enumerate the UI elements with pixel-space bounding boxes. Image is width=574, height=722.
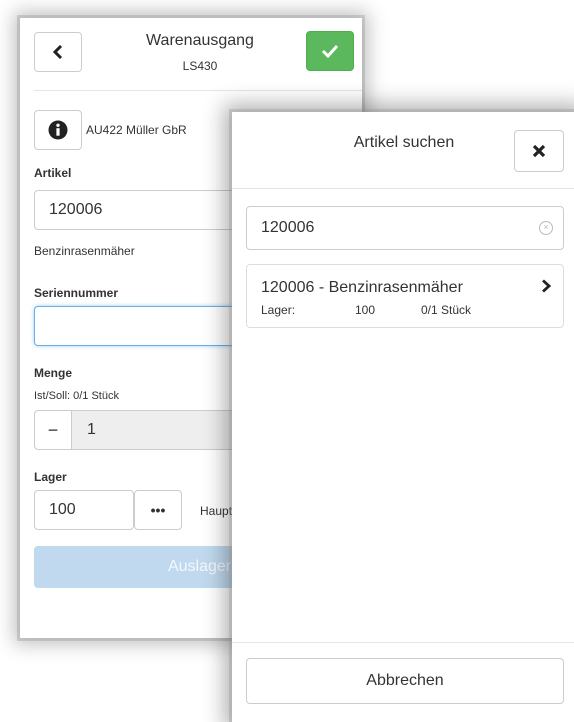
article-search-modal: Artikel suchen 120006 × 120006 - Benzinr… <box>232 112 574 722</box>
result-lager-label: Lager: <box>261 303 296 317</box>
chevron-left-icon <box>52 45 63 59</box>
serial-label: Seriennummer <box>34 286 119 300</box>
list-item[interactable]: 120006 - Benzinrasenmäher Lager: 100 0/1… <box>246 264 564 328</box>
storage-input[interactable]: 100 <box>34 490 134 530</box>
customer-label: AU422 Müller GbR <box>86 123 187 137</box>
info-button[interactable] <box>34 110 82 150</box>
page-subtitle: LS430 <box>182 59 218 73</box>
divider <box>232 188 574 189</box>
info-icon <box>48 120 68 140</box>
chevron-right-icon <box>542 279 551 293</box>
quantity-label: Menge <box>34 366 73 380</box>
quantity-info: Ist/Soll: 0/1 Stück <box>34 390 119 402</box>
check-icon <box>321 44 339 58</box>
article-label: Artikel <box>34 166 72 180</box>
close-icon <box>532 144 546 158</box>
divider <box>34 90 362 91</box>
cancel-button[interactable]: Abbrechen <box>246 658 564 704</box>
search-value: 120006 <box>261 219 315 236</box>
result-quantity: 0/1 Stück <box>421 303 472 317</box>
modal-title: Artikel suchen <box>353 134 455 151</box>
result-title: 120006 - Benzinrasenmäher <box>261 279 463 296</box>
storage-more-button[interactable]: ••• <box>134 490 182 530</box>
storage-name: Haupt <box>200 504 233 518</box>
confirm-button[interactable] <box>306 31 354 71</box>
clear-icon[interactable]: × <box>539 221 553 235</box>
result-lager-value: 100 <box>355 303 376 317</box>
back-button[interactable] <box>34 32 82 72</box>
search-input[interactable]: 120006 × <box>246 206 564 250</box>
divider <box>232 642 574 643</box>
article-description: Benzinrasenmäher <box>34 244 135 258</box>
storage-label: Lager <box>34 470 67 484</box>
page-title: Warenausgang <box>146 32 254 49</box>
decrement-button[interactable]: − <box>35 411 72 449</box>
close-button[interactable] <box>514 130 564 172</box>
quantity-value[interactable]: 1 <box>87 411 96 449</box>
